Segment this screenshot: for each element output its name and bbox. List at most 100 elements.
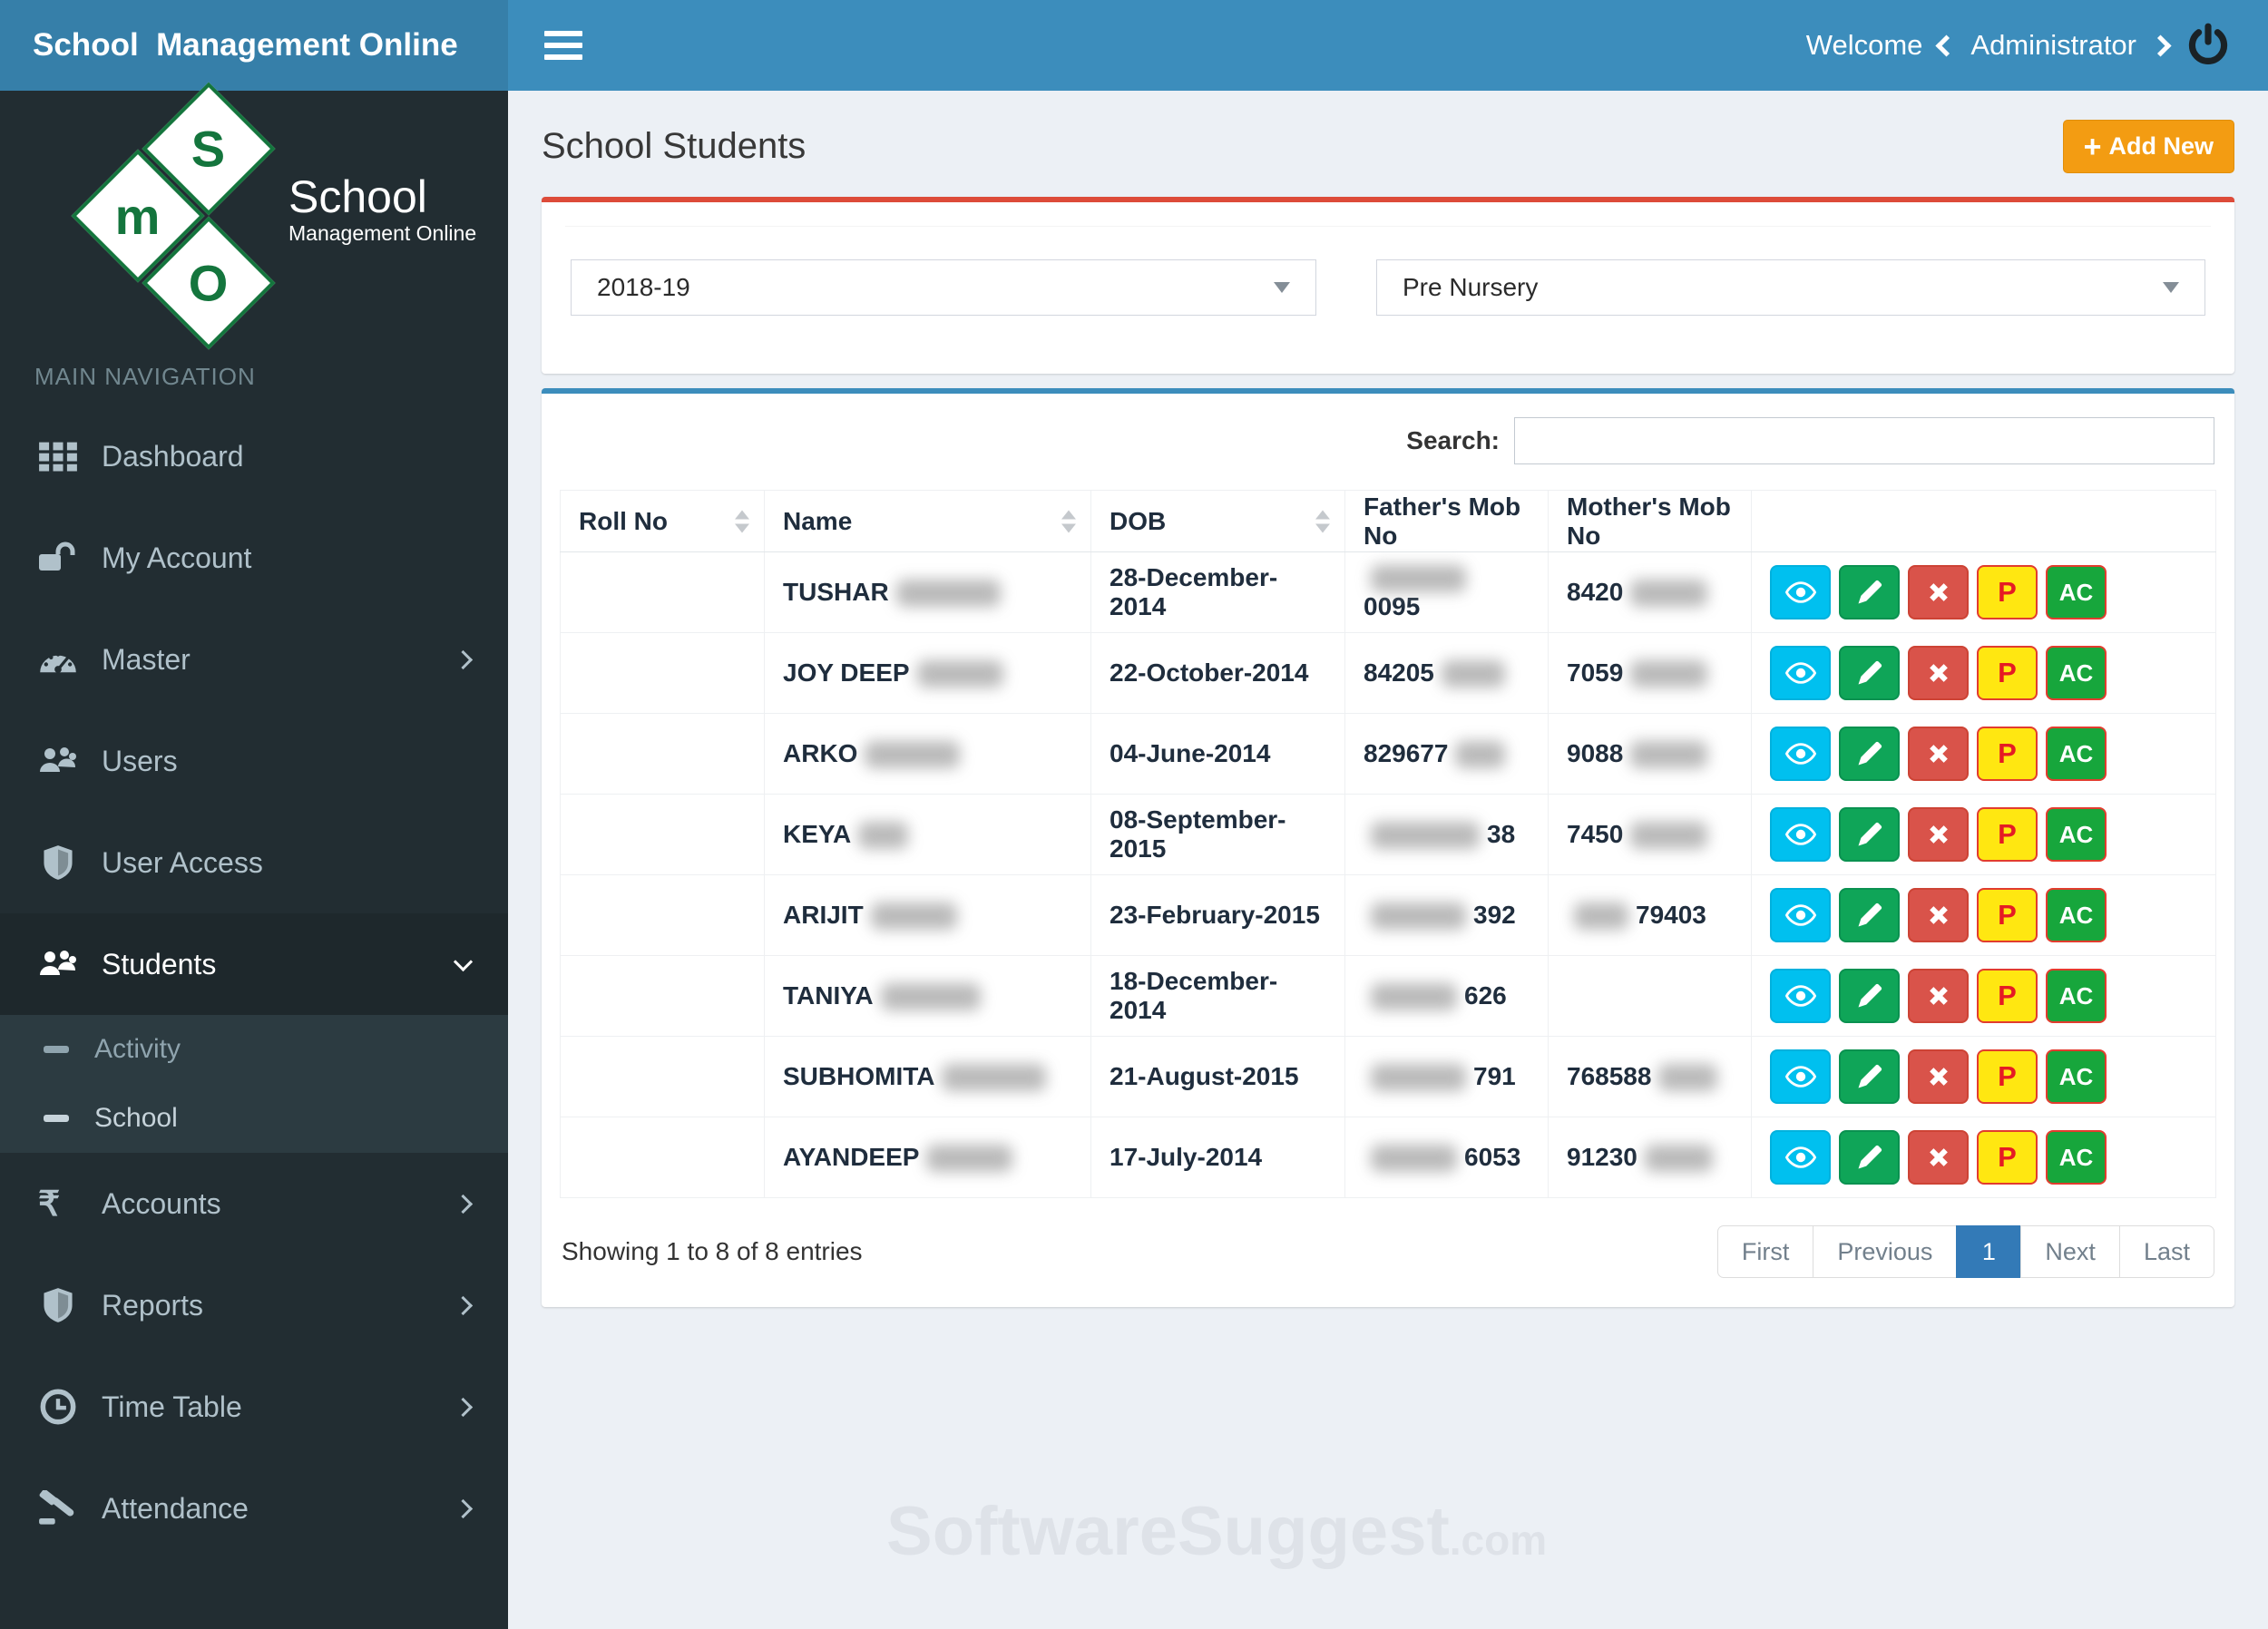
view-button[interactable]: [1770, 646, 1831, 700]
sidebar-subitem-school[interactable]: School: [0, 1084, 508, 1153]
delete-button[interactable]: [1908, 1049, 1969, 1104]
edit-button[interactable]: [1839, 807, 1900, 862]
sidebar-item-dashboard[interactable]: Dashboard: [0, 405, 508, 507]
sidebar-item-label: User Access: [102, 845, 263, 879]
users-icon: [38, 946, 102, 982]
view-button[interactable]: [1770, 969, 1831, 1023]
mother-mob-cell: 91230: [1548, 1117, 1752, 1198]
edit-button[interactable]: [1839, 727, 1900, 781]
chevron-right-icon: [453, 1295, 474, 1315]
column-header-roll-no[interactable]: Roll No: [560, 490, 765, 552]
actions-cell: P AC: [1751, 794, 2216, 875]
chevron-right-icon: [453, 649, 474, 669]
promote-button[interactable]: P: [1977, 1130, 2038, 1185]
promote-button[interactable]: P: [1977, 888, 2038, 942]
sidebar-subitem-activity[interactable]: Activity: [0, 1015, 508, 1084]
session-select[interactable]: 2018-19: [571, 259, 1316, 316]
user-menu[interactable]: Welcome Administrator: [1806, 22, 2232, 69]
edit-button[interactable]: [1839, 1049, 1900, 1104]
redacted-blur: [1371, 902, 1466, 931]
ac-button[interactable]: AC: [2046, 1130, 2107, 1185]
sidebar-item-students[interactable]: Students: [0, 913, 508, 1015]
ac-button[interactable]: AC: [2046, 888, 2107, 942]
ac-button[interactable]: AC: [2046, 646, 2107, 700]
delete-button[interactable]: [1908, 969, 1969, 1023]
delete-button[interactable]: [1908, 807, 1969, 862]
page-button-1[interactable]: 1: [1956, 1225, 2022, 1278]
sidebar-item-user-access[interactable]: User Access: [0, 812, 508, 913]
dob-cell: 17-July-2014: [1090, 1117, 1345, 1198]
sidebar-item-my-account[interactable]: My Account: [0, 507, 508, 609]
delete-button[interactable]: [1908, 646, 1969, 700]
sort-icon: [1061, 510, 1076, 532]
ac-button[interactable]: AC: [2046, 969, 2107, 1023]
promote-button[interactable]: P: [1977, 807, 2038, 862]
sidebar-item-time-table[interactable]: Time Table: [0, 1356, 508, 1458]
add-new-button[interactable]: + Add New: [2062, 120, 2234, 173]
ac-button[interactable]: AC: [2046, 1049, 2107, 1104]
promote-button[interactable]: P: [1977, 646, 2038, 700]
class-select[interactable]: Pre Nursery: [1376, 259, 2205, 316]
column-header-dob[interactable]: DOB: [1090, 490, 1345, 552]
sidebar-nav: Dashboard My Account Master Users User Acces…: [0, 405, 508, 1559]
delete-button[interactable]: [1908, 888, 1969, 942]
view-button[interactable]: [1770, 727, 1831, 781]
edit-button[interactable]: [1839, 646, 1900, 700]
brand-text: School Management Online: [33, 27, 458, 63]
redacted-blur: [926, 1145, 1013, 1173]
welcome-text: Welcome: [1805, 29, 1923, 61]
sidebar-toggle-icon[interactable]: [544, 31, 582, 60]
navbar: Welcome Administrator: [508, 0, 2268, 91]
view-button[interactable]: [1770, 1130, 1831, 1185]
ac-button[interactable]: AC: [2046, 807, 2107, 862]
dob-cell: 18-December-2014: [1090, 955, 1345, 1037]
delete-button[interactable]: [1908, 565, 1969, 619]
redacted-blur: [1371, 1145, 1457, 1173]
view-button[interactable]: [1770, 807, 1831, 862]
page-button-first[interactable]: First: [1716, 1225, 1814, 1278]
plus-icon: +: [2083, 129, 2102, 164]
edit-button[interactable]: [1839, 969, 1900, 1023]
page-button-next[interactable]: Next: [2020, 1225, 2120, 1278]
sidebar-item-accounts[interactable]: ₹ Accounts: [0, 1153, 508, 1254]
logo-subtitle: Management Online: [288, 221, 477, 245]
view-button[interactable]: [1770, 565, 1831, 619]
promote-button[interactable]: P: [1977, 1049, 2038, 1104]
shield-icon: [38, 1287, 102, 1323]
search-label: Search:: [1406, 426, 1500, 454]
brand-link[interactable]: School Management Online: [0, 0, 508, 91]
edit-button[interactable]: [1839, 888, 1900, 942]
edit-button[interactable]: [1839, 1130, 1900, 1185]
delete-button[interactable]: [1908, 1130, 1969, 1185]
redacted-blur: [858, 822, 909, 850]
ac-button[interactable]: AC: [2046, 727, 2107, 781]
sidebar-item-label: Reports: [102, 1288, 204, 1322]
promote-button[interactable]: P: [1977, 969, 2038, 1023]
page-button-last[interactable]: Last: [2118, 1225, 2214, 1278]
redacted-blur: [1630, 660, 1708, 688]
view-button[interactable]: [1770, 1049, 1831, 1104]
father-mob-cell: 791: [1344, 1036, 1549, 1117]
delete-button[interactable]: [1908, 727, 1969, 781]
ac-button[interactable]: AC: [2046, 565, 2107, 619]
chevron-right-icon: [2149, 34, 2172, 57]
sidebar-item-reports[interactable]: Reports: [0, 1254, 508, 1356]
redacted-blur: [1574, 902, 1628, 931]
name-cell: TANIYA: [764, 955, 1091, 1037]
edit-button[interactable]: [1839, 565, 1900, 619]
sidebar-item-attendance[interactable]: Attendance: [0, 1458, 508, 1559]
promote-button[interactable]: P: [1977, 565, 2038, 619]
power-icon[interactable]: [2185, 22, 2232, 69]
sidebar-item-users[interactable]: Users: [0, 710, 508, 812]
sidebar-item-master[interactable]: Master: [0, 609, 508, 710]
page-button-previous[interactable]: Previous: [1813, 1225, 1958, 1278]
father-mob-cell: 84205: [1344, 632, 1549, 714]
table-row: KEYA 08-September-2015 38 7450 P AC: [560, 794, 2216, 875]
view-button[interactable]: [1770, 888, 1831, 942]
redacted-blur: [1630, 580, 1708, 608]
roll-cell: [560, 1036, 765, 1117]
search-input[interactable]: [1514, 417, 2214, 464]
column-header-name[interactable]: Name: [764, 490, 1091, 552]
redacted-blur: [1455, 741, 1506, 769]
promote-button[interactable]: P: [1977, 727, 2038, 781]
